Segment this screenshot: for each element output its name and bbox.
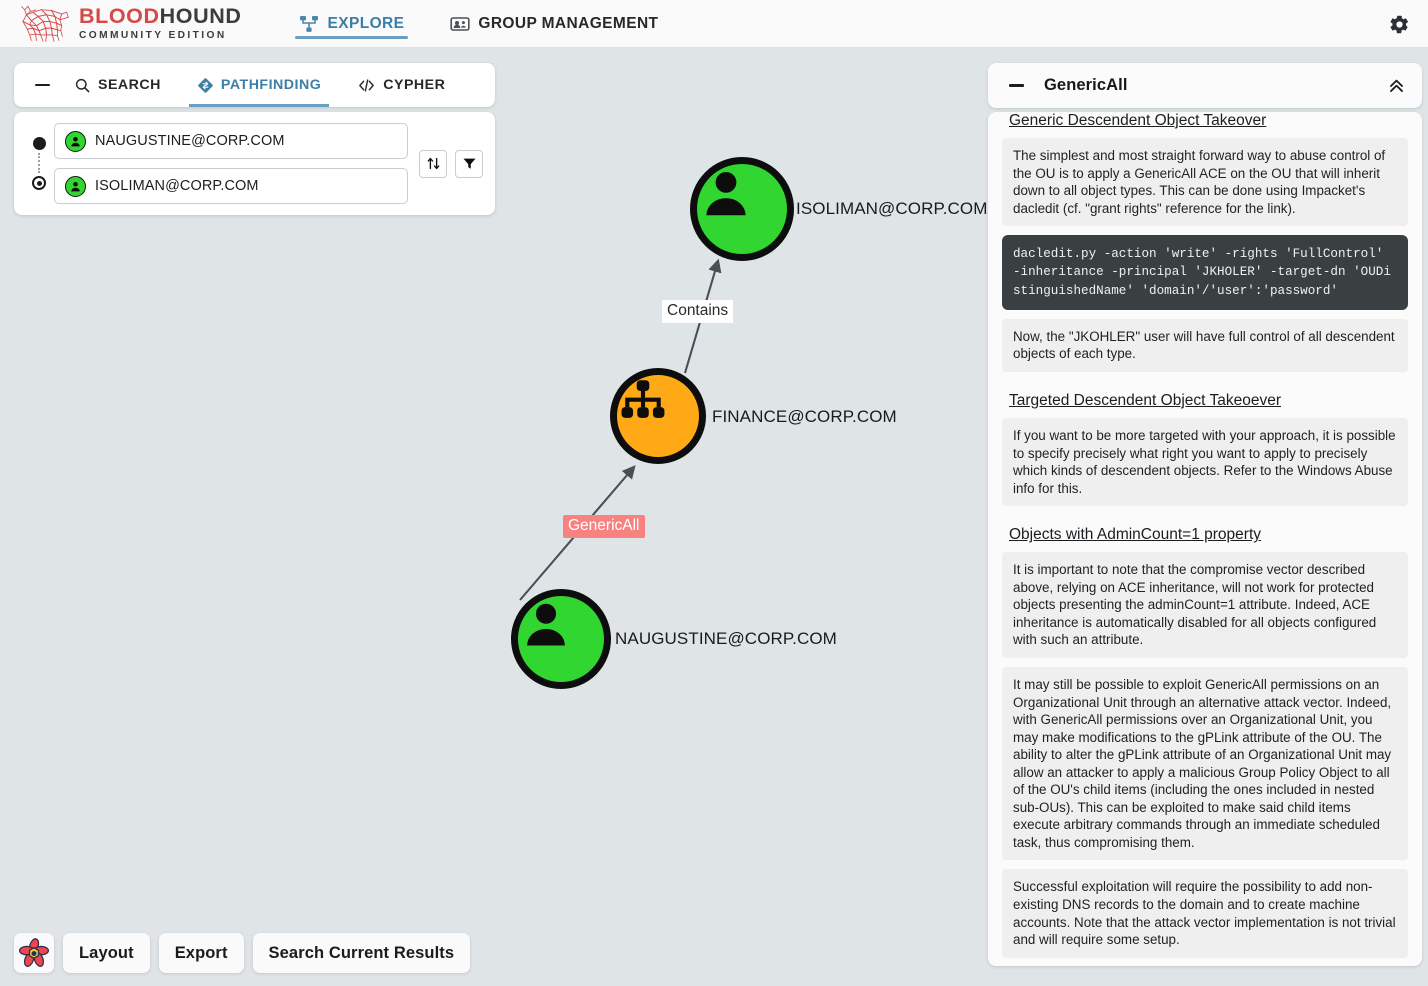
tab-group-management-label: GROUP MANAGEMENT: [478, 14, 659, 32]
sigma-pinwheel-icon: [18, 938, 50, 967]
tab-search[interactable]: SEARCH: [70, 63, 165, 107]
expand-info-panel-button[interactable]: [1384, 74, 1408, 98]
gear-icon: [1390, 15, 1408, 33]
path-actions: [419, 149, 483, 178]
section-heading-generic-descendent-object-takeover[interactable]: Generic Descendent Object Takeover: [1009, 112, 1266, 130]
tab-explore-label: EXPLORE: [327, 14, 405, 32]
pathfinding-diamond-icon: [198, 77, 213, 93]
tab-search-label: SEARCH: [98, 77, 161, 93]
funnel-filter-icon: [463, 158, 475, 169]
search-panel: SEARCH PATHFINDING CYPHER NAUGUSTINE@COR…: [14, 63, 495, 215]
minus-icon: [1008, 84, 1024, 87]
bloodhound-app: BLOODHOUND COMMUNITY EDITION EXPLORE GRO…: [0, 0, 1428, 986]
graph-node-finance-label: FINANCE@CORP.COM: [712, 407, 897, 426]
tab-cypher[interactable]: CYPHER: [353, 63, 449, 107]
graph-node-isoliman[interactable]: [690, 157, 794, 261]
double-chevron-up-icon: [1389, 79, 1403, 92]
destination-node-input[interactable]: ISOLIMAN@CORP.COM: [54, 168, 408, 204]
bloodhound-dog-wireframe-icon: [21, 5, 69, 42]
path-input-fields: NAUGUSTINE@CORP.COM ISOLIMAN@CORP.COM: [54, 123, 408, 204]
sigma-layout-button[interactable]: [14, 933, 54, 973]
section-heading-targeted-descendent-object-takeover[interactable]: Targeted Descendent Object Takeoever: [1009, 392, 1281, 410]
abuse-command-code-block: dacledit.py -action 'write' -rights 'Ful…: [1002, 235, 1408, 310]
organizational-unit-icon: [621, 380, 665, 418]
minus-icon: [34, 83, 50, 87]
search-tabbar: SEARCH PATHFINDING CYPHER: [14, 63, 495, 107]
entity-info-header: GenericAll: [988, 63, 1422, 108]
section-paragraph: Now, the "JKOHLER" user will have full c…: [1002, 318, 1408, 373]
collapse-search-panel-button[interactable]: [14, 63, 70, 107]
up-down-arrows-icon: [427, 157, 439, 170]
section-paragraph: If you want to be more targeted with you…: [1002, 418, 1408, 507]
graph-node-naugustine-label: NAUGUSTINE@CORP.COM: [615, 629, 837, 648]
path-dotted-connector: [38, 153, 40, 173]
entity-info-title: GenericAll: [1044, 76, 1128, 94]
brand-word-hound: HOUND: [159, 4, 242, 29]
collapse-info-panel-button[interactable]: [988, 64, 1044, 108]
layout-button[interactable]: Layout: [63, 933, 150, 973]
section-paragraph: The simplest and most straight forward w…: [1002, 138, 1408, 227]
export-button[interactable]: Export: [158, 933, 244, 973]
section-paragraph: Successful exploitation will require the…: [1002, 869, 1408, 958]
code-brackets-icon: [359, 78, 375, 92]
tab-cypher-label: CYPHER: [383, 77, 446, 93]
start-node-input[interactable]: NAUGUSTINE@CORP.COM: [54, 123, 408, 159]
section-heading-objects-with-admincount[interactable]: Objects with AdminCount=1 property: [1009, 526, 1261, 544]
user-node-icon: [706, 171, 746, 216]
target-circle-icon: [32, 176, 46, 190]
tab-group-management[interactable]: GROUP MANAGEMENT: [446, 0, 662, 48]
brand-word-blood: BLOOD: [79, 4, 160, 29]
swap-nodes-button[interactable]: [419, 149, 447, 178]
start-node-value: NAUGUSTINE@CORP.COM: [95, 133, 285, 149]
entity-info-body[interactable]: Generic Descendent Object Takeover The s…: [988, 112, 1422, 966]
tab-explore[interactable]: EXPLORE: [295, 0, 409, 48]
graph-nodes-icon: [300, 15, 319, 32]
section-paragraph: It is important to note that the comprom…: [1002, 552, 1408, 658]
path-markers: [24, 137, 54, 190]
user-node-icon: [527, 603, 565, 646]
brand-edition: COMMUNITY EDITION: [79, 29, 227, 41]
graph-node-naugustine[interactable]: [511, 589, 611, 689]
user-node-icon: [65, 175, 86, 197]
main-tabs: EXPLORE GROUP MANAGEMENT: [295, 0, 700, 48]
search-current-results-button[interactable]: Search Current Results: [252, 933, 471, 973]
pathfinding-node-picker: NAUGUSTINE@CORP.COM ISOLIMAN@CORP.COM: [14, 112, 495, 215]
group-users-card-icon: [450, 16, 470, 31]
user-node-icon: [65, 130, 86, 152]
entity-info-panel: GenericAll Generic Descendent Object Tak…: [988, 63, 1422, 966]
search-icon: [75, 78, 90, 92]
tab-pathfinding[interactable]: PATHFINDING: [188, 63, 330, 107]
graph-edge-label-genericall[interactable]: GenericAll: [563, 515, 645, 538]
brand-text: BLOODHOUND COMMUNITY EDITION: [79, 4, 242, 41]
graph-node-finance[interactable]: [610, 368, 706, 464]
entity-info-scroll[interactable]: Generic Descendent Object Takeover The s…: [988, 112, 1422, 966]
brand-logo-block: BLOODHOUND COMMUNITY EDITION: [18, 4, 241, 44]
settings-button[interactable]: [1384, 9, 1414, 39]
tab-pathfinding-label: PATHFINDING: [220, 77, 322, 93]
graph-bottom-toolbar: Layout Export Search Current Results: [14, 933, 471, 973]
section-paragraph: It may still be possible to exploit Gene…: [1002, 666, 1408, 861]
top-navigation-bar: BLOODHOUND COMMUNITY EDITION EXPLORE GRO…: [0, 0, 1428, 48]
graph-node-isoliman-label: ISOLIMAN@CORP.COM: [796, 199, 988, 218]
destination-node-value: ISOLIMAN@CORP.COM: [95, 178, 259, 194]
filled-circle-icon: [32, 137, 46, 150]
edge-filter-button[interactable]: [455, 149, 483, 178]
graph-edge-label-contains[interactable]: Contains: [662, 300, 734, 323]
